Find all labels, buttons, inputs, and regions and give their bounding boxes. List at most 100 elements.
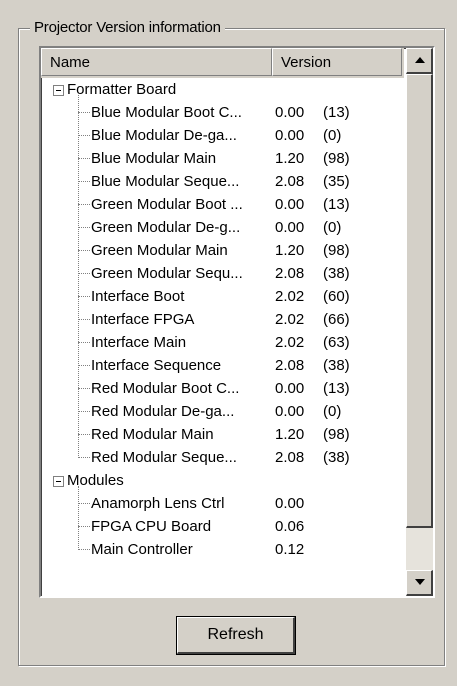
item-build-count: (0) [323, 219, 342, 236]
tree-connector [78, 158, 90, 159]
tree-leaf-row[interactable]: Red Modular De-ga... 0.00 (0) [41, 400, 404, 423]
item-version: 2.02 [275, 288, 305, 305]
tree-leaf-row[interactable]: Blue Modular Boot C... 0.00 (13) [41, 101, 404, 124]
tree-branch-line [78, 486, 79, 550]
item-version: 2.02 [275, 311, 305, 328]
scroll-up-arrow-icon [415, 57, 425, 63]
tree-connector [78, 457, 90, 458]
item-version: 1.20 [275, 242, 305, 259]
tree-connector [78, 181, 90, 182]
tree-connector [78, 250, 90, 251]
tree-connector [78, 365, 90, 366]
item-name: Interface Main [91, 334, 187, 351]
item-version: 0.12 [275, 541, 305, 558]
item-name: Main Controller [91, 541, 193, 558]
item-build-count: (38) [323, 357, 350, 374]
scroll-up-button[interactable] [406, 48, 433, 74]
item-version: 2.02 [275, 334, 305, 351]
item-name: Red Modular Seque... [91, 449, 237, 466]
item-version: 0.00 [275, 495, 305, 512]
tree-group-node[interactable]: Formatter Board [41, 78, 404, 101]
item-name: Blue Modular Seque... [91, 173, 240, 190]
scroll-down-button[interactable] [406, 570, 433, 596]
item-version: 0.00 [275, 104, 305, 121]
tree-connector [78, 204, 90, 205]
item-build-count: (0) [323, 403, 342, 420]
vertical-scrollbar[interactable] [406, 48, 433, 596]
tree-group-label: Modules [67, 472, 124, 489]
item-name: Blue Modular Main [91, 150, 217, 167]
tree-leaf-row[interactable]: Green Modular Boot ... 0.00 (13) [41, 193, 404, 216]
item-name: Blue Modular De-ga... [91, 127, 237, 144]
column-header-name[interactable]: Name [41, 48, 272, 76]
item-version: 1.20 [275, 150, 305, 167]
item-name: Blue Modular Boot C... [91, 104, 242, 121]
tree-group-label: Formatter Board [67, 81, 177, 98]
tree-collapse-icon[interactable] [53, 85, 64, 96]
item-build-count: (38) [323, 265, 350, 282]
tree-leaf-row[interactable]: Anamorph Lens Ctrl 0.00 [41, 492, 404, 515]
item-name: Interface Sequence [91, 357, 222, 374]
scroll-down-arrow-icon [415, 579, 425, 585]
tree-leaf-row[interactable]: Green Modular Sequ... 2.08 (38) [41, 262, 404, 285]
tree-leaf-row[interactable]: Interface Sequence 2.08 (38) [41, 354, 404, 377]
tree-leaf-row[interactable]: Red Modular Boot C... 0.00 (13) [41, 377, 404, 400]
tree-leaf-row[interactable]: Blue Modular Seque... 2.08 (35) [41, 170, 404, 193]
version-tree-list[interactable]: Name Version Formatter Board Blue Modular… [39, 46, 435, 598]
item-build-count: (13) [323, 380, 350, 397]
tree-leaf-row[interactable]: Blue Modular De-ga... 0.00 (0) [41, 124, 404, 147]
tree-leaf-row[interactable]: Red Modular Main 1.20 (98) [41, 423, 404, 446]
item-build-count: (38) [323, 449, 350, 466]
item-build-count: (98) [323, 426, 350, 443]
item-version: 1.20 [275, 426, 305, 443]
item-version: 2.08 [275, 357, 305, 374]
item-version: 0.00 [275, 219, 305, 236]
item-build-count: (60) [323, 288, 350, 305]
tree-leaf-row[interactable]: Green Modular De-g... 0.00 (0) [41, 216, 404, 239]
item-name: Green Modular Boot ... [91, 196, 243, 213]
item-name: Interface FPGA [91, 311, 195, 328]
item-name: Interface Boot [91, 288, 185, 305]
tree-leaf-row[interactable]: Green Modular Main 1.20 (98) [41, 239, 404, 262]
tree-connector [78, 227, 90, 228]
item-build-count: (35) [323, 173, 350, 190]
tree-connector [78, 526, 90, 527]
column-header-version[interactable]: Version [272, 48, 402, 76]
item-name: Anamorph Lens Ctrl [91, 495, 225, 512]
item-version: 0.00 [275, 380, 305, 397]
item-name: Red Modular Boot C... [91, 380, 240, 397]
tree-connector [78, 135, 90, 136]
item-build-count: (63) [323, 334, 350, 351]
item-version: 2.08 [275, 173, 305, 190]
item-build-count: (98) [323, 150, 350, 167]
tree-branch-line [78, 95, 79, 458]
item-build-count: (0) [323, 127, 342, 144]
tree-leaf-row[interactable]: Interface FPGA 2.02 (66) [41, 308, 404, 331]
tree-collapse-icon[interactable] [53, 476, 64, 487]
item-build-count: (13) [323, 196, 350, 213]
refresh-button[interactable]: Refresh [176, 616, 296, 655]
scroll-thumb[interactable] [406, 74, 433, 528]
tree-connector [78, 388, 90, 389]
group-title: Projector Version information [30, 18, 225, 38]
item-version: 2.08 [275, 265, 305, 282]
item-name: Green Modular De-g... [91, 219, 241, 236]
tree-leaf-row[interactable]: Interface Main 2.02 (63) [41, 331, 404, 354]
tree-leaf-row[interactable]: Interface Boot 2.02 (60) [41, 285, 404, 308]
tree-connector [78, 112, 90, 113]
item-name: Green Modular Sequ... [91, 265, 243, 282]
item-build-count: (13) [323, 104, 350, 121]
item-version: 2.08 [275, 449, 305, 466]
item-version: 0.06 [275, 518, 305, 535]
tree-connector [78, 342, 90, 343]
tree-leaf-row[interactable]: Blue Modular Main 1.20 (98) [41, 147, 404, 170]
tree-connector [78, 273, 90, 274]
tree-leaf-row[interactable]: Main Controller 0.12 [41, 538, 404, 561]
tree-connector [78, 503, 90, 504]
tree-leaf-row[interactable]: Red Modular Seque... 2.08 (38) [41, 446, 404, 469]
item-name: FPGA CPU Board [91, 518, 212, 535]
item-build-count: (98) [323, 242, 350, 259]
tree-leaf-row[interactable]: FPGA CPU Board 0.06 [41, 515, 404, 538]
tree-connector [78, 434, 90, 435]
tree-group-node[interactable]: Modules [41, 469, 404, 492]
